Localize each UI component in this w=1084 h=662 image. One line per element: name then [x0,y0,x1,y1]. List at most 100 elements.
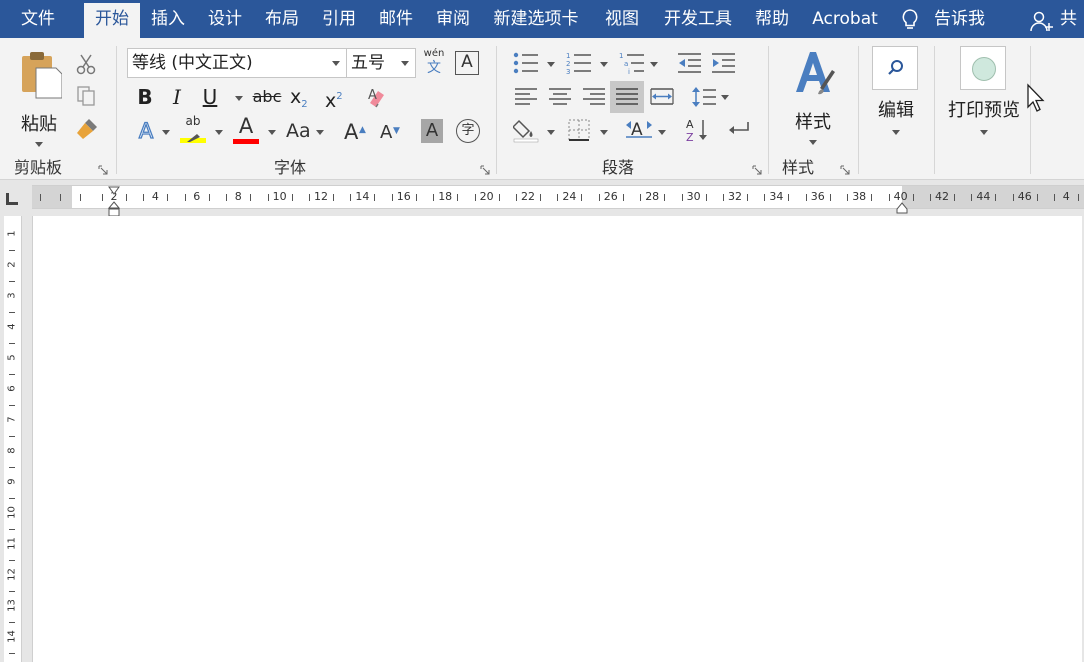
right-indent-icon[interactable] [896,199,908,214]
format-painter-icon[interactable] [74,116,100,142]
shrink-font-button[interactable]: A ▼ [380,116,404,146]
enclose-characters-button[interactable]: 字 [456,119,480,143]
borders-dropdown-arrow[interactable] [600,130,608,135]
tab-insert[interactable]: 插入 [142,0,194,38]
share-button[interactable]: 共 [1030,0,1084,38]
tab-design[interactable]: 设计 [199,0,251,38]
character-border-button[interactable]: A [455,51,479,75]
vertical-ruler[interactable]: 1 2 3 4 5 6 7 8 9 10 11 12 13 14 [4,216,22,662]
hanging-indent-icon[interactable] [107,201,121,217]
increase-indent-icon[interactable] [709,50,737,76]
font-color-button[interactable]: A [233,114,259,146]
italic-button[interactable]: I [166,83,188,111]
copy-icon[interactable] [74,84,98,108]
editing-button[interactable]: 编辑 [868,46,924,146]
paste-button[interactable]: 粘贴 [14,50,64,147]
font-name-dropdown-arrow[interactable] [332,61,340,66]
tab-mailings[interactable]: 邮件 [370,0,422,38]
justify-icon[interactable] [610,81,644,113]
line-spacing-dropdown-arrow[interactable] [721,95,729,100]
subscript-button[interactable]: x2 [290,83,314,111]
editing-label: 编辑 [878,100,914,121]
shading-dropdown-arrow[interactable] [547,130,555,135]
tab-layout[interactable]: 布局 [256,0,308,38]
ruler-tick [1054,194,1056,201]
superscript-button[interactable]: x2 [325,83,349,112]
character-shading-button[interactable]: A [421,119,443,143]
ruler-tick [374,194,376,201]
grow-font-button[interactable]: A ▲ [344,116,368,146]
clear-formatting-icon[interactable]: A [366,84,390,110]
tab-home[interactable]: 开始 [84,3,140,38]
align-left-icon[interactable] [512,84,540,110]
ruler-tick [9,591,15,592]
borders-icon[interactable] [565,116,593,144]
line-spacing-icon[interactable] [690,84,718,110]
ruler-tick [40,194,41,201]
font-dialog-launcher-icon[interactable] [480,160,490,175]
print-preview-dropdown-arrow[interactable] [980,130,988,135]
multilevel-list-dropdown-arrow[interactable] [650,62,658,67]
chinese-layout-icon[interactable]: A [622,116,656,144]
document-page[interactable] [32,216,1082,662]
font-color-dropdown-arrow[interactable] [268,130,276,135]
styles-button[interactable]: 样式 [784,48,842,145]
ruler-label: 5 [6,354,18,361]
clipboard-dialog-launcher-icon[interactable] [98,160,108,175]
ruler-tick [764,194,766,201]
horizontal-ruler[interactable]: 2 4 6 8 10 12 14 16 18 20 22 24 26 28 30 32 34 36 38 40 42 44… [32,185,1084,209]
tab-new-tab[interactable]: 新建选项卡 [486,0,586,38]
tab-help[interactable]: 帮助 [746,0,798,38]
font-size-dropdown-arrow[interactable] [401,61,409,66]
cut-icon[interactable] [74,52,98,76]
styles-dropdown-arrow[interactable] [809,140,817,145]
strikethrough-button[interactable]: abc [252,83,282,111]
numbering-icon[interactable]: 123 [565,50,593,76]
tab-file[interactable]: 文件 [10,0,66,38]
decrease-indent-icon[interactable] [675,50,703,76]
tab-developer[interactable]: 开发工具 [656,0,740,38]
change-case-button[interactable]: Aa [286,116,316,146]
ruler-tick [350,194,352,201]
text-effects-dropdown-arrow[interactable] [162,130,170,135]
ruler-left-margin [32,186,72,208]
show-marks-icon[interactable] [726,116,754,144]
bullets-dropdown-arrow[interactable] [547,62,555,67]
multilevel-list-icon[interactable]: 1ai [618,50,646,76]
numbering-dropdown-arrow[interactable] [600,62,608,67]
first-line-indent-icon[interactable] [108,181,120,195]
text-effects-button[interactable]: A [134,116,158,146]
underline-dropdown-arrow[interactable] [235,96,243,101]
highlight-dropdown-arrow[interactable] [215,130,223,135]
highlight-button[interactable]: ab [180,114,206,146]
font-name-combo[interactable]: 等线 (中文正文) [127,48,347,78]
styles-dialog-launcher-icon[interactable] [840,160,850,175]
tab-selector-icon[interactable] [6,193,18,205]
change-case-dropdown-arrow[interactable] [316,130,324,135]
tab-review[interactable]: 审阅 [427,0,479,38]
bold-button[interactable]: B [134,83,156,111]
align-center-icon[interactable] [546,84,574,110]
editing-dropdown-arrow[interactable] [892,130,900,135]
print-preview-button[interactable]: 打印预览 [942,46,1026,146]
ruler-label: 2 [6,261,18,268]
align-right-icon[interactable] [580,84,608,110]
bullets-icon[interactable] [512,50,540,76]
paragraph-dialog-launcher-icon[interactable] [752,160,762,175]
ruler-tick [9,436,15,437]
chinese-layout-dropdown-arrow[interactable] [658,130,666,135]
paste-dropdown-arrow[interactable] [35,142,43,147]
tab-acrobat[interactable]: Acrobat [804,0,886,38]
svg-text:A: A [686,118,694,131]
tab-references[interactable]: 引用 [313,0,365,38]
sort-icon[interactable]: AZ [684,116,712,144]
shading-bucket-icon[interactable] [512,116,540,144]
ruler-label: 44 [976,190,991,203]
underline-button[interactable]: U [199,83,221,111]
ruler-tick [9,312,15,313]
font-size-combo[interactable]: 五号 [346,48,416,78]
distributed-icon[interactable] [648,84,676,110]
tab-view[interactable]: 视图 [596,0,648,38]
tell-me-box[interactable]: 告诉我 [900,0,1000,38]
phonetic-guide-button[interactable]: wén 文 [422,48,446,78]
